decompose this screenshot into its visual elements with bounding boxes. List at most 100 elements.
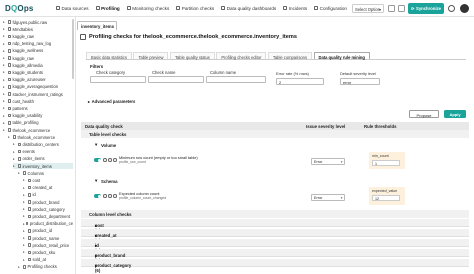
nav-monitoring-checks[interactable]: Monitoring checks [126, 6, 169, 11]
rule-value-input[interactable]: 1 [372, 160, 400, 166]
dqops-logo[interactable]: DQOps [5, 4, 53, 13]
default-severity-select[interactable]: error [340, 78, 380, 85]
chevron-right-icon[interactable]: ▸ [23, 243, 26, 247]
chevron-right-icon[interactable]: ▸ [8, 135, 11, 139]
column-group-row[interactable]: ▸ created_at (6) [81, 229, 469, 243]
clock-icon[interactable] [108, 194, 112, 198]
sidebar-tree-item[interactable]: ▸ created_at [23, 185, 73, 191]
chevron-right-icon[interactable]: ▸ [3, 121, 6, 125]
check-enable-toggle[interactable] [94, 158, 101, 162]
sidebar-tree-item[interactable]: ▸ cust_health [3, 98, 73, 104]
sidebar-tree-item[interactable]: ▸ product_brand [23, 199, 73, 205]
results-icon[interactable] [113, 158, 117, 162]
tab-inventory-items[interactable]: inventory_items × [77, 21, 117, 30]
chevron-right-icon[interactable]: ▸ [23, 229, 26, 233]
chevron-right-icon[interactable]: ▸ [18, 171, 21, 175]
avatar[interactable] [460, 4, 469, 13]
notification-icon[interactable] [388, 5, 395, 12]
chevron-right-icon[interactable]: ▸ [23, 200, 26, 204]
chevron-right-icon[interactable]: ▸ [18, 265, 21, 269]
sidebar-tree-item[interactable]: ▸ product_category [23, 206, 73, 212]
table-level-section[interactable]: Table level checks [81, 130, 469, 138]
sidebar-tree-item[interactable]: ▸ table_profiling [3, 120, 73, 126]
check-category-input[interactable] [90, 76, 146, 83]
severity-select[interactable]: Error ▾ [311, 158, 345, 165]
nav-dashboards[interactable]: Data quality dashboards [221, 6, 276, 11]
apply-button[interactable]: Apply [444, 110, 466, 118]
schema-category[interactable]: ▾ Schema [81, 177, 469, 185]
column-group-row[interactable]: ▸ cost (7) [81, 219, 469, 233]
results-icon[interactable] [113, 194, 117, 198]
sidebar-tree-item[interactable]: ▸ order_items [13, 156, 73, 162]
nav-configuration[interactable]: Configuration [314, 6, 347, 11]
sidebar-tree-item[interactable]: ▸ cost [23, 177, 73, 183]
sidebar-tree-item[interactable]: ▸ thelook_ecommerce [3, 127, 73, 133]
sidebar-tree-item[interactable]: ▸ kaggle_usability [3, 113, 73, 119]
chevron-right-icon[interactable]: ▸ [23, 207, 26, 211]
chevron-right-icon[interactable]: ▸ [23, 193, 26, 197]
column-group-row[interactable]: ▸ product_brand (6) [81, 249, 469, 263]
chevron-right-icon[interactable]: ▸ [3, 106, 6, 110]
sidebar-tree-item[interactable]: ▸ sold_at [23, 257, 73, 263]
chevron-right-icon[interactable]: ▸ [23, 258, 26, 262]
chevron-right-icon[interactable]: ▸ [3, 114, 6, 118]
tab-table-preview[interactable]: Table preview [133, 52, 169, 60]
chevron-right-icon[interactable]: ▸ [3, 27, 6, 31]
rule-value-input[interactable]: 12 [372, 195, 400, 201]
sidebar-tree-item[interactable]: ▸ kaggle_averagequestion [3, 84, 73, 90]
sidebar-tree-item[interactable]: ▸ id [23, 192, 73, 198]
sidebar-tree-item[interactable]: ▸ kaggle_raw [3, 33, 73, 39]
chevron-right-icon[interactable]: ▸ [3, 70, 6, 74]
sidebar-tree-item[interactable]: ▸ events [13, 149, 73, 155]
sidebar-tree-item[interactable]: ▸ fdguyes.public.raw [3, 19, 73, 25]
sidebar-tree-item[interactable]: ▸ kaggle_wellness [3, 48, 73, 54]
chevron-right-icon[interactable]: ▸ [3, 42, 6, 46]
chevron-right-icon[interactable]: ▸ [3, 63, 6, 67]
tab-table-comparisons[interactable]: Table comparisons [267, 52, 312, 60]
check-enable-toggle[interactable] [94, 194, 101, 198]
error-rate-input[interactable]: 2 [276, 78, 324, 85]
sidebar-tree-item[interactable]: ▸ Profiling checks [18, 264, 73, 270]
chevron-right-icon[interactable]: ▸ [13, 164, 16, 168]
sidebar-tree-item[interactable]: ▸ kaggle_students [3, 69, 73, 75]
chevron-right-icon[interactable]: ▸ [3, 78, 6, 82]
chevron-right-icon[interactable]: ▸ [3, 85, 6, 89]
chevron-right-icon[interactable]: ▸ [3, 128, 6, 132]
tab-profiling-checks-editor[interactable]: Profiling checks editor [216, 52, 267, 60]
volume-category[interactable]: ▾ Volume [81, 141, 469, 149]
sidebar-tree-item[interactable]: ▸ product_id [23, 228, 73, 234]
nav-incidents[interactable]: Incidents [283, 6, 307, 11]
tab-table-quality-status[interactable]: Table quality status [169, 52, 215, 60]
sidebar-tree-item[interactable]: ▸ stacker_instrument_ratings [3, 91, 73, 97]
close-icon[interactable]: × [112, 24, 114, 29]
chevron-right-icon[interactable]: ▸ [13, 157, 16, 161]
column-name-input[interactable] [206, 76, 266, 83]
column-group-row[interactable]: ▸ product_category (6) [81, 259, 469, 273]
chevron-right-icon[interactable]: ▸ [3, 20, 6, 24]
sidebar-tree-item[interactable]: ▸ Columns [18, 170, 73, 176]
severity-select[interactable]: Error ▾ [311, 194, 345, 201]
sidebar-tree-item[interactable]: ▸ ndp_testing_raw_log [3, 41, 73, 47]
synchronize-button[interactable]: ⟳ Synchronize [408, 3, 444, 14]
settings-icon[interactable] [103, 158, 107, 162]
tab-basic-statistics[interactable]: Basic data statistics [86, 52, 132, 60]
propose-button[interactable]: Propose [409, 110, 439, 118]
nav-partition-checks[interactable]: Partition checks [176, 6, 214, 11]
sidebar-tree-item[interactable]: ▸ kaggle_raw [3, 55, 73, 61]
sidebar-tree-item[interactable]: ▸ thelook_ecommerce [8, 134, 73, 140]
sidebar-tree-item[interactable]: ▸ product_name [23, 235, 73, 241]
column-level-section[interactable]: Column level checks [81, 210, 469, 218]
sidebar-tree-item[interactable]: ▸ kaggle_allmedia [3, 62, 73, 68]
help-icon[interactable] [398, 5, 405, 12]
advanced-parameters-toggle[interactable]: ▸ Advanced parameters [88, 99, 135, 104]
chevron-right-icon[interactable]: ▸ [3, 56, 6, 60]
chevron-right-icon[interactable]: ▸ [13, 142, 16, 146]
sidebar-tree-item[interactable]: ▸ product_retail_price [23, 242, 73, 248]
column-group-row[interactable]: ▸ id (6) [81, 239, 469, 253]
settings-icon[interactable] [448, 5, 455, 12]
tab-rule-mining[interactable]: Data quality rule mining [313, 52, 370, 60]
chevron-right-icon[interactable]: ▸ [23, 178, 26, 182]
sidebar-tree-item[interactable]: ▸ product_distribution_ce [23, 221, 73, 227]
check-name-input[interactable] [148, 76, 204, 83]
sidebar-tree-item[interactable]: ▸ distribution_centers [13, 141, 73, 147]
